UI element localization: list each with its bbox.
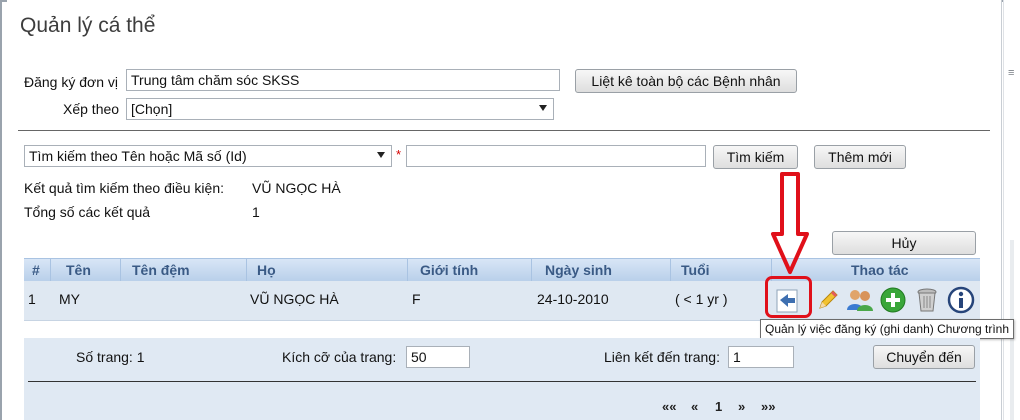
annotation-highlight-box bbox=[765, 276, 812, 318]
column-header-last-name[interactable]: Họ bbox=[257, 262, 276, 278]
sort-select-value: [Chọn] bbox=[131, 101, 173, 117]
page-count-label: Số trang: 1 bbox=[76, 349, 145, 365]
column-header-actions: Thao tác bbox=[851, 262, 909, 278]
delete-trash-icon[interactable] bbox=[914, 286, 940, 314]
column-header-dob[interactable]: Ngày sinh bbox=[545, 262, 612, 278]
row-dob: 24-10-2010 bbox=[537, 291, 609, 307]
current-page: 1 bbox=[715, 399, 723, 414]
total-results-value: 1 bbox=[252, 204, 260, 220]
section-divider bbox=[18, 130, 990, 131]
criteria-value: VŨ NGỌC HÀ bbox=[252, 180, 341, 196]
pager-divider bbox=[28, 381, 976, 382]
search-button[interactable]: Tìm kiếm bbox=[713, 145, 798, 169]
relationship-users-icon[interactable] bbox=[846, 286, 873, 314]
column-header-gender[interactable]: Giới tính bbox=[420, 262, 478, 278]
next-page-link[interactable]: » bbox=[738, 399, 745, 414]
last-page-link[interactable]: »» bbox=[761, 399, 775, 414]
sort-select[interactable]: [Chọn] bbox=[126, 98, 554, 120]
column-divider bbox=[246, 259, 247, 282]
row-index: 1 bbox=[28, 291, 36, 307]
column-header-first-name[interactable]: Tên bbox=[66, 262, 91, 278]
add-new-button[interactable]: Thêm mới bbox=[814, 145, 906, 169]
annotation-arrow bbox=[770, 172, 810, 279]
jump-to-page-label: Liên kết đến trang: bbox=[604, 349, 720, 365]
enroll-program-tooltip: Quản lý việc đăng ký (ghi danh) Chương t… bbox=[760, 319, 1015, 339]
add-green-icon[interactable] bbox=[879, 286, 906, 314]
jump-to-page-field[interactable] bbox=[728, 346, 794, 368]
vertical-scrollbar[interactable]: ≡ bbox=[1003, 0, 1020, 420]
go-to-page-button[interactable]: Chuyển đến bbox=[873, 345, 975, 369]
sort-label: Xếp theo bbox=[63, 101, 120, 117]
column-divider bbox=[407, 259, 408, 282]
edit-pencil-icon[interactable] bbox=[814, 286, 840, 314]
row-age: ( < 1 yr ) bbox=[675, 291, 728, 307]
chevron-down-icon bbox=[539, 105, 547, 111]
row-last-name: VŨ NGỌC HÀ bbox=[250, 291, 339, 307]
search-mode-select[interactable]: Tìm kiếm theo Tên hoặc Mã số (Id) bbox=[24, 145, 392, 167]
page-size-label: Kích cỡ của trang: bbox=[282, 349, 397, 365]
column-header-index[interactable]: # bbox=[32, 262, 40, 278]
window-frame-left bbox=[0, 0, 2, 420]
column-header-middle-name[interactable]: Tên đệm bbox=[132, 262, 190, 278]
search-mode-value: Tìm kiếm theo Tên hoặc Mã số (Id) bbox=[29, 148, 247, 164]
table-row: 1 MY VŨ NGỌC HÀ F 24-10-2010 ( < 1 yr ) bbox=[24, 281, 980, 321]
pager-bar bbox=[24, 338, 980, 420]
chevron-down-icon bbox=[377, 152, 385, 158]
list-all-patients-button[interactable]: Liệt kê toàn bộ các Bệnh nhân bbox=[575, 69, 797, 93]
column-divider bbox=[50, 259, 51, 282]
prev-page-link[interactable]: « bbox=[691, 399, 698, 414]
register-unit-label: Đăng ký đơn vị bbox=[24, 74, 119, 90]
table-header: # Tên Tên đệm Họ Giới tính Ngày sinh Tuổ… bbox=[24, 258, 980, 282]
page-title: Quản lý cá thể bbox=[20, 14, 156, 37]
row-first-name: MY bbox=[59, 291, 80, 307]
required-mark: * bbox=[396, 147, 402, 162]
scroll-grip-icon[interactable]: ≡ bbox=[1008, 68, 1014, 79]
total-results-label: Tổng số các kết quả bbox=[24, 204, 151, 220]
page-size-field[interactable] bbox=[406, 346, 470, 368]
first-page-link[interactable]: «« bbox=[662, 399, 676, 414]
row-gender: F bbox=[412, 291, 421, 307]
column-header-age[interactable]: Tuổi bbox=[681, 262, 710, 278]
register-unit-field[interactable] bbox=[126, 69, 560, 91]
column-divider bbox=[531, 259, 532, 282]
column-divider bbox=[670, 259, 671, 282]
criteria-label: Kết quả tìm kiếm theo điều kiện: bbox=[24, 180, 224, 196]
column-divider bbox=[120, 259, 121, 282]
search-input[interactable] bbox=[406, 145, 706, 167]
cancel-button[interactable]: Hủy bbox=[832, 231, 976, 255]
info-icon[interactable] bbox=[947, 286, 975, 314]
